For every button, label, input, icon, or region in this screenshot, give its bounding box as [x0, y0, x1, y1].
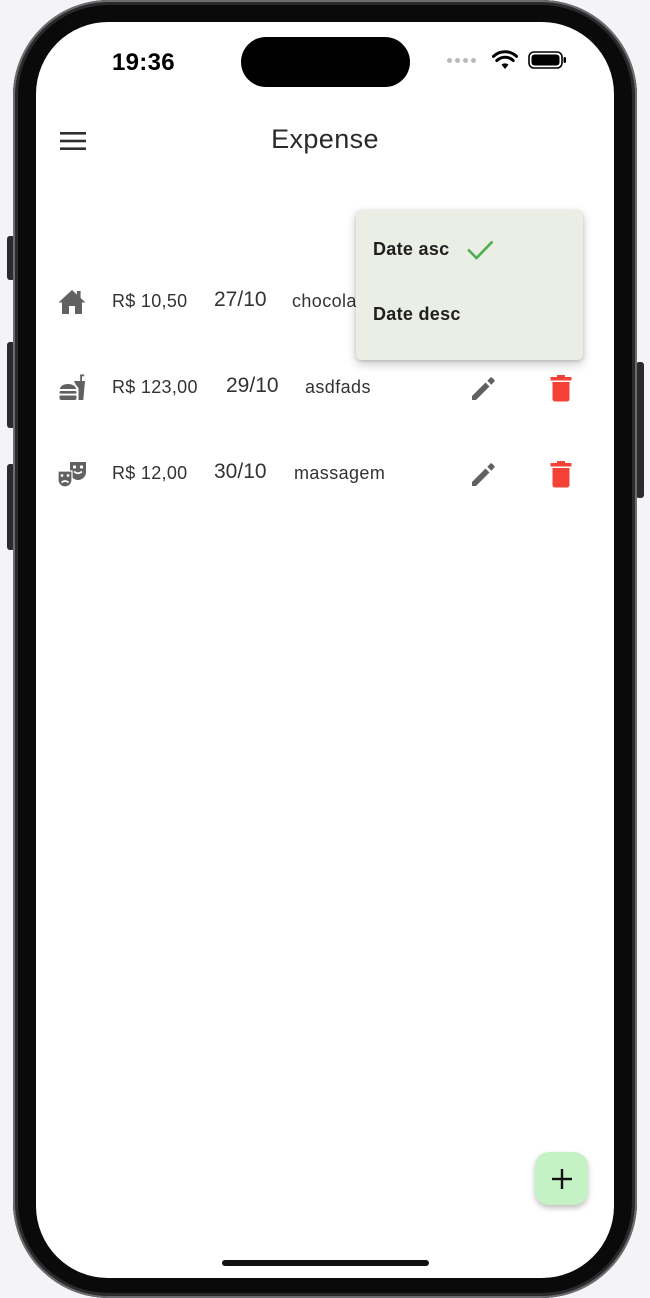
expense-date: 27/10: [214, 288, 267, 311]
menu-item-label: Date asc: [373, 239, 450, 259]
plus-icon: [551, 1168, 572, 1189]
power-button-hardware: [636, 362, 644, 498]
status-time: 19:36: [112, 49, 175, 76]
page-title: Expense: [271, 124, 379, 154]
delete-icon[interactable]: [545, 458, 577, 490]
expense-amount: R$ 10,50: [112, 291, 188, 311]
delete-icon[interactable]: [545, 372, 577, 404]
house-icon: [58, 290, 86, 314]
dynamic-island: [241, 37, 410, 87]
status-icons: [447, 50, 568, 70]
home-indicator[interactable]: [222, 1260, 429, 1266]
menu-item-label: Date desc: [373, 304, 461, 324]
menu-item-date-desc[interactable]: Date desc: [356, 283, 583, 347]
expense-description: massagem: [294, 463, 386, 483]
expense-description: asdfads: [305, 377, 371, 397]
theater-masks-icon: [57, 462, 86, 488]
edit-icon[interactable]: [468, 458, 500, 490]
expense-date: 30/10: [214, 460, 267, 483]
edit-icon[interactable]: [468, 372, 500, 404]
sort-popup-menu: Date asc Date desc: [356, 210, 583, 360]
signal-dots-icon: [447, 57, 476, 63]
expense-amount: R$ 12,00: [112, 463, 188, 483]
add-expense-button[interactable]: [535, 1152, 588, 1205]
menu-item-date-asc[interactable]: Date asc: [356, 218, 583, 282]
fastfood-icon: [59, 374, 85, 400]
app-bar: Expense: [36, 104, 614, 176]
expense-amount: R$ 123,00: [112, 377, 198, 397]
check-icon: [467, 240, 494, 260]
phone-screen: 19:36 Expense R$ 10,50 27/10 chocola R$ …: [36, 22, 614, 1278]
expense-row: R$ 12,00 30/10 massagem: [36, 430, 614, 516]
expense-date: 29/10: [226, 374, 279, 397]
wifi-icon: [492, 50, 518, 69]
expense-description: chocola: [292, 291, 357, 311]
battery-icon: [528, 51, 566, 69]
